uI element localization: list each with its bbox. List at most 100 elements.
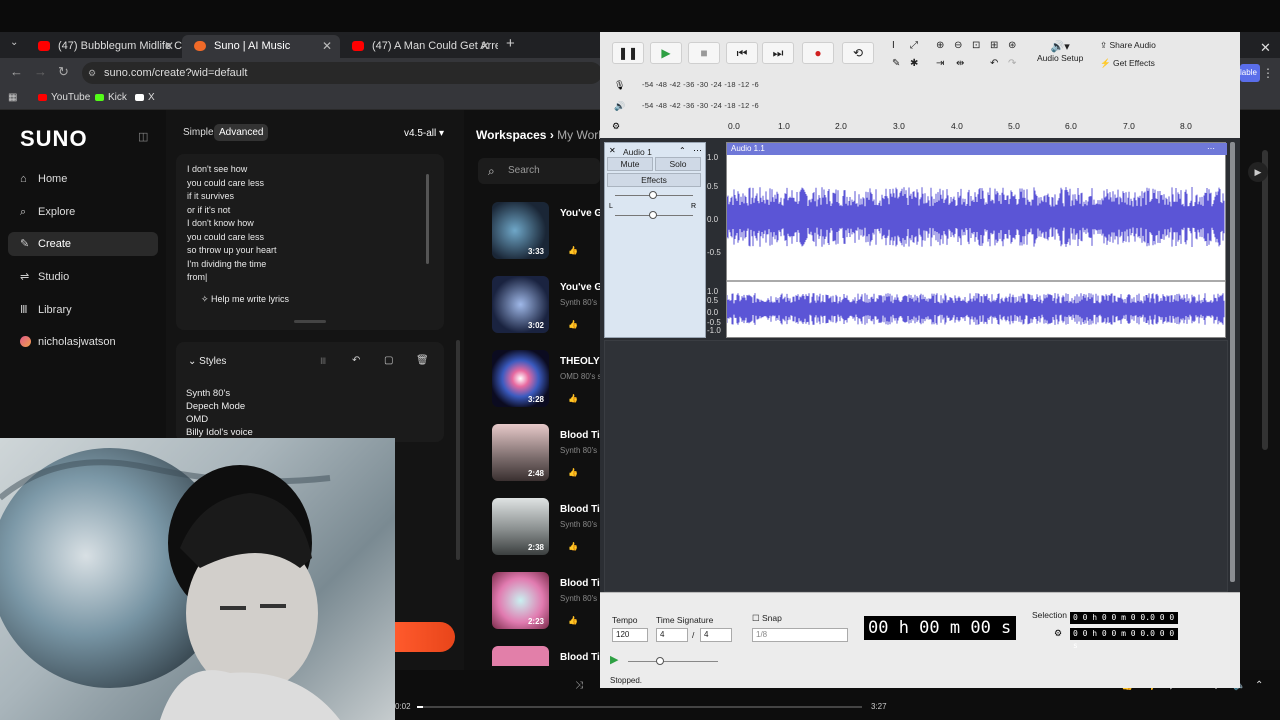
like-icon[interactable]: 👍: [568, 542, 578, 551]
song-cover[interactable]: 2:38: [492, 498, 549, 555]
close-icon[interactable]: ✕: [322, 35, 332, 58]
track-vertical-scrollbar[interactable]: [1230, 142, 1235, 582]
share-audio-button[interactable]: ⇪ Share Audio: [1100, 40, 1156, 51]
effects-button[interactable]: Effects: [607, 173, 701, 187]
draw-tool-icon[interactable]: ✎: [892, 58, 900, 69]
record-meter-icon[interactable]: 🎙: [614, 80, 625, 91]
like-icon[interactable]: 👍: [568, 468, 578, 477]
undo-icon[interactable]: ↶: [990, 58, 998, 69]
shuffle-icon[interactable]: ⤨: [575, 680, 583, 691]
resize-handle[interactable]: [294, 320, 326, 323]
pan-slider-thumb[interactable]: [649, 211, 657, 219]
version-select[interactable]: v4.5-all ▾: [404, 128, 444, 139]
record-meter[interactable]: -54 -48 -42 -36 -30 -24 -18 -12 -6: [642, 80, 759, 89]
mode-advanced-tab[interactable]: Advanced: [214, 124, 269, 141]
close-track-icon[interactable]: ✕: [609, 146, 616, 155]
play-at-speed-button[interactable]: ▶: [610, 653, 618, 666]
skip-start-button[interactable]: ⏮: [726, 42, 758, 64]
bookmark-kick[interactable]: Kick: [95, 92, 127, 103]
sidebar-item-library[interactable]: Ⅲ Library: [8, 298, 158, 322]
song-cover[interactable]: 2:48: [492, 424, 549, 481]
song-cover[interactable]: 2:23: [492, 572, 549, 629]
time-signature-denominator[interactable]: 4: [700, 628, 732, 642]
like-icon[interactable]: 👍: [568, 616, 578, 625]
zoom-toggle-icon[interactable]: ⊛: [1008, 40, 1016, 51]
song-item[interactable]: 3:28 THEOLYM OMD 80's s 👍: [492, 350, 608, 410]
reload-icon[interactable]: ↻: [58, 64, 69, 80]
collapse-sidebar-icon[interactable]: ◫: [138, 130, 148, 143]
tab-search-icon[interactable]: ⌄: [10, 37, 18, 48]
breadcrumb-workspaces[interactable]: Workspaces: [476, 128, 546, 142]
time-signature-numerator[interactable]: 4: [656, 628, 688, 642]
play-meter-icon[interactable]: 🔊: [614, 101, 625, 112]
time-display[interactable]: 00 h 00 m 00 s: [864, 616, 1016, 640]
fit-project-icon[interactable]: ⊞: [990, 40, 998, 51]
suno-logo[interactable]: SUNO: [20, 126, 88, 152]
sidebar-item-profile[interactable]: nicholasjwatson: [8, 330, 158, 354]
like-icon[interactable]: 👍: [568, 394, 578, 403]
save-icon[interactable]: ▢: [384, 355, 393, 366]
forward-icon[interactable]: →: [34, 64, 47, 79]
stop-button[interactable]: ■: [688, 42, 720, 64]
selection-end[interactable]: 0 0 h 0 0 m 0 0.0 0 0 s: [1070, 628, 1178, 650]
track-name[interactable]: Audio 1: [623, 147, 652, 157]
player-progress[interactable]: [417, 706, 862, 708]
undo-icon[interactable]: ↶: [352, 355, 360, 366]
collapse-track-icon[interactable]: ⌃: [679, 146, 686, 155]
song-cover[interactable]: 3:28: [492, 350, 549, 407]
bookmark-youtube[interactable]: YouTube: [38, 92, 90, 103]
track-menu-icon[interactable]: ⋯: [693, 145, 702, 156]
extension-badge[interactable]: lable: [1240, 64, 1260, 82]
tab-suno[interactable]: Suno | AI Music ✕: [182, 35, 340, 58]
envelope-tool-icon[interactable]: ⤢: [910, 40, 918, 51]
panel-scrollbar[interactable]: [456, 340, 460, 560]
tab-youtube-2[interactable]: (47) A Man Could Get Arrested ✕: [340, 35, 498, 58]
solo-button[interactable]: Solo: [655, 157, 701, 171]
trash-icon[interactable]: 🗑: [416, 355, 429, 366]
site-info-icon[interactable]: ⚙: [88, 62, 96, 84]
menu-icon[interactable]: ⋮: [1262, 66, 1274, 80]
sidebar-item-home[interactable]: ⌂ Home: [8, 167, 158, 191]
playback-speed-slider[interactable]: [628, 657, 718, 665]
clip-menu-icon[interactable]: ⋯: [1207, 144, 1215, 153]
song-item[interactable]: 3:02 You've Go Synth 80's D 👍: [492, 276, 608, 336]
zoom-out-icon[interactable]: ⊖: [954, 40, 962, 51]
trim-icon[interactable]: ⇥: [936, 58, 944, 69]
audio-setup-button[interactable]: 🔊▾ Audio Setup: [1037, 40, 1083, 63]
expand-icon[interactable]: ⌃: [1255, 680, 1263, 691]
song-cover[interactable]: 3:02: [492, 276, 549, 333]
selection-settings-icon[interactable]: ⚙: [1054, 628, 1062, 639]
get-effects-button[interactable]: ⚡ Get Effects: [1100, 58, 1155, 69]
apps-icon[interactable]: ▦: [8, 92, 17, 103]
mute-button[interactable]: Mute: [607, 157, 653, 171]
mode-simple-tab[interactable]: Simple: [178, 124, 219, 141]
search-input[interactable]: ⌕ Search: [478, 158, 600, 184]
sidebar-item-create[interactable]: ✎ Create: [8, 232, 158, 256]
song-cover[interactable]: [492, 646, 549, 666]
redo-icon[interactable]: ↷: [1008, 58, 1016, 69]
play-button[interactable]: ▶: [650, 42, 682, 64]
clip-header[interactable]: Audio 1.1 ⋯: [727, 143, 1227, 155]
tab-youtube-1[interactable]: (47) Bubblegum Midlife Crisis - ✕: [26, 35, 182, 58]
style-library-icon[interactable]: Ⅲ: [320, 356, 326, 367]
skip-end-button[interactable]: ⏭: [762, 42, 794, 64]
close-icon[interactable]: ✕: [164, 35, 174, 58]
song-item[interactable]: 2:48 Blood Tint Synth 80's D 👍: [492, 424, 609, 484]
next-arrow-icon[interactable]: ▶: [1248, 162, 1268, 182]
song-item[interactable]: 3:33 You've Go 👍: [492, 202, 608, 262]
song-item[interactable]: 2:23 Blood Tint Synth 80's D 👍: [492, 572, 609, 632]
url-field[interactable]: ⚙ suno.com/create?wid=default: [82, 62, 602, 84]
page-scrollbar[interactable]: [1262, 150, 1268, 450]
gain-slider-thumb[interactable]: [649, 191, 657, 199]
lyrics-scrollbar[interactable]: [426, 174, 429, 264]
selection-tool-icon[interactable]: I: [892, 40, 895, 51]
song-cover[interactable]: 3:33: [492, 202, 549, 259]
waveform-clip[interactable]: Audio 1.1 ⋯: [726, 142, 1227, 338]
bookmark-x[interactable]: X: [135, 92, 155, 103]
new-tab-icon[interactable]: +: [506, 35, 515, 52]
gain-slider[interactable]: [615, 191, 693, 199]
styles-toggle[interactable]: ⌄ Styles: [188, 356, 226, 367]
like-icon[interactable]: 👍: [568, 246, 578, 255]
timeline-ruler[interactable]: ⚙ 0.0 1.0 2.0 3.0 4.0 5.0 6.0 7.0 8.0: [600, 118, 1240, 138]
record-button[interactable]: ●: [802, 42, 834, 64]
